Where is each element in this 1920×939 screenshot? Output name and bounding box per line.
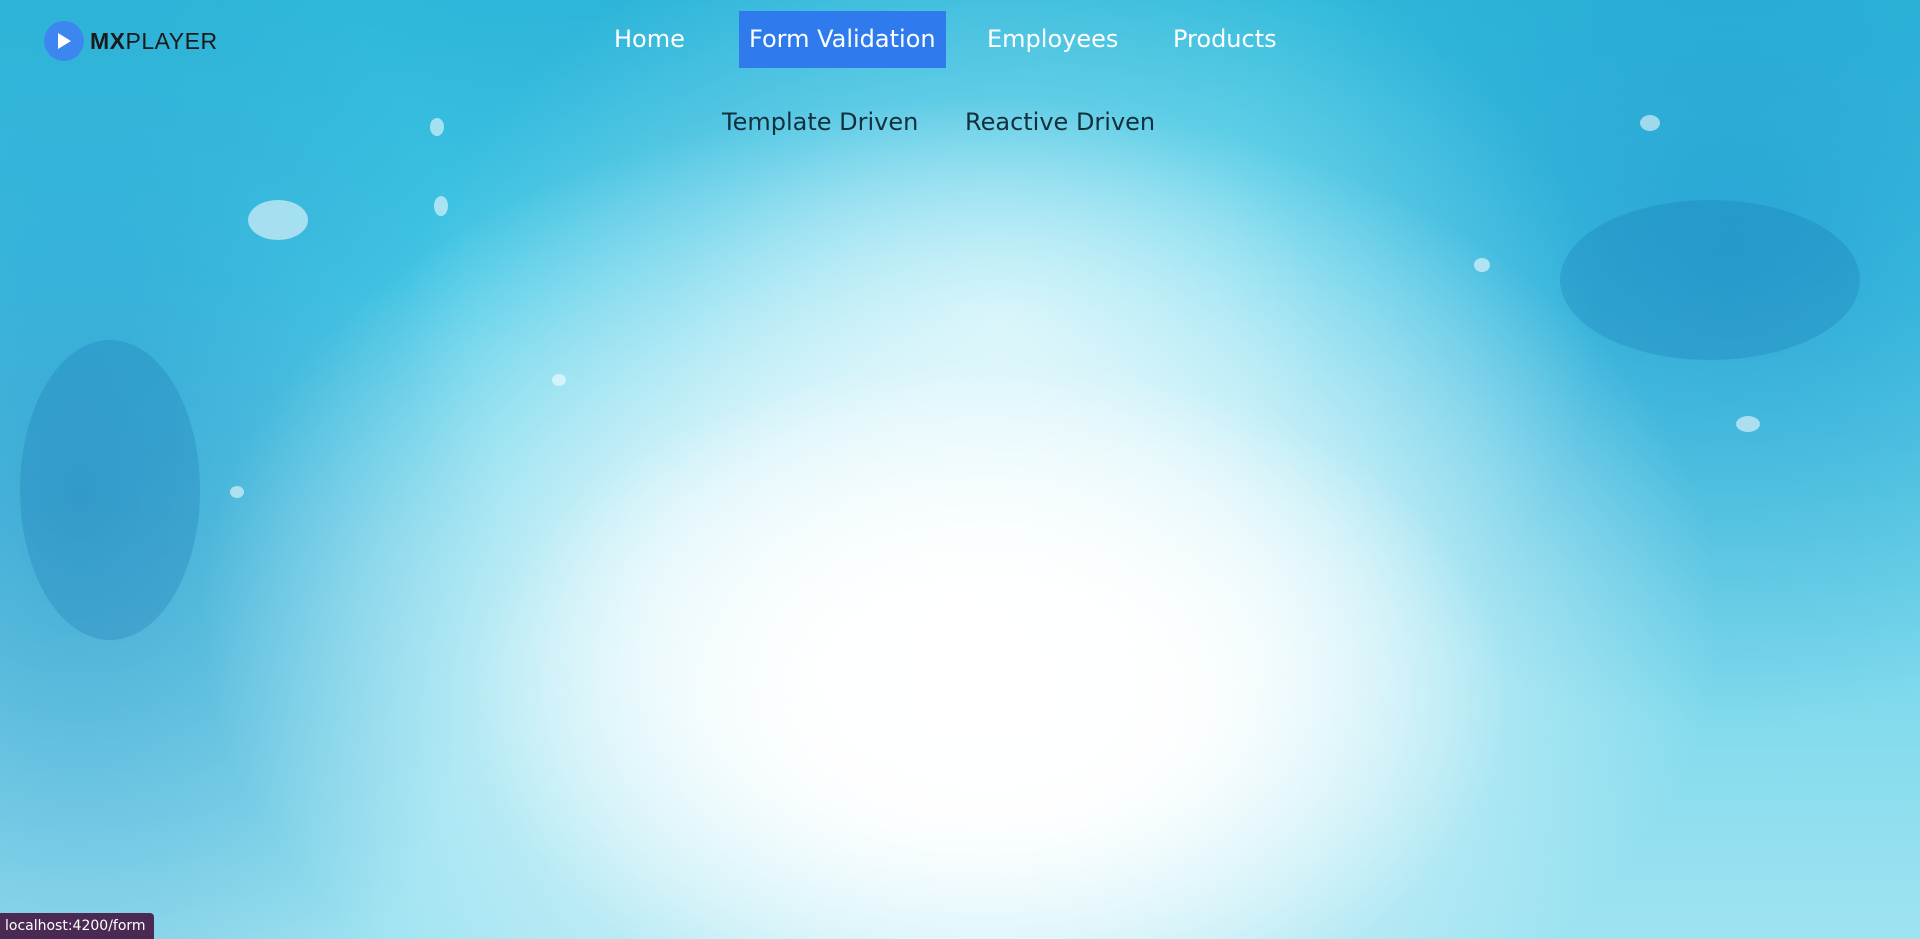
watercolor-splash — [1560, 200, 1860, 360]
top-navbar: MXPLAYER Home Form Validation Employees … — [0, 0, 1920, 84]
watercolor-splash — [1474, 258, 1490, 272]
watercolor-splash — [434, 196, 448, 216]
link-status-bar: localhost:4200/form — [0, 913, 154, 939]
nav-item-employees[interactable]: Employees — [977, 11, 1128, 68]
form-validation-submenu: Template Driven Reactive Driven — [0, 100, 1920, 144]
submenu-item-template-driven[interactable]: Template Driven — [722, 100, 918, 144]
nav-item-home[interactable]: Home — [604, 11, 695, 68]
watercolor-splash — [1736, 416, 1760, 432]
watercolor-splash — [552, 374, 566, 386]
nav-item-form-validation[interactable]: Form Validation — [739, 11, 946, 68]
watercolor-splash — [248, 200, 308, 240]
nav-item-products[interactable]: Products — [1163, 11, 1287, 68]
page-background: MXPLAYER Home Form Validation Employees … — [0, 0, 1920, 939]
watercolor-splash — [230, 486, 244, 498]
watercolor-splash — [20, 340, 200, 640]
submenu-item-reactive-driven[interactable]: Reactive Driven — [965, 100, 1155, 144]
nav-menu: Home Form Validation Employees Products — [0, 11, 1920, 68]
